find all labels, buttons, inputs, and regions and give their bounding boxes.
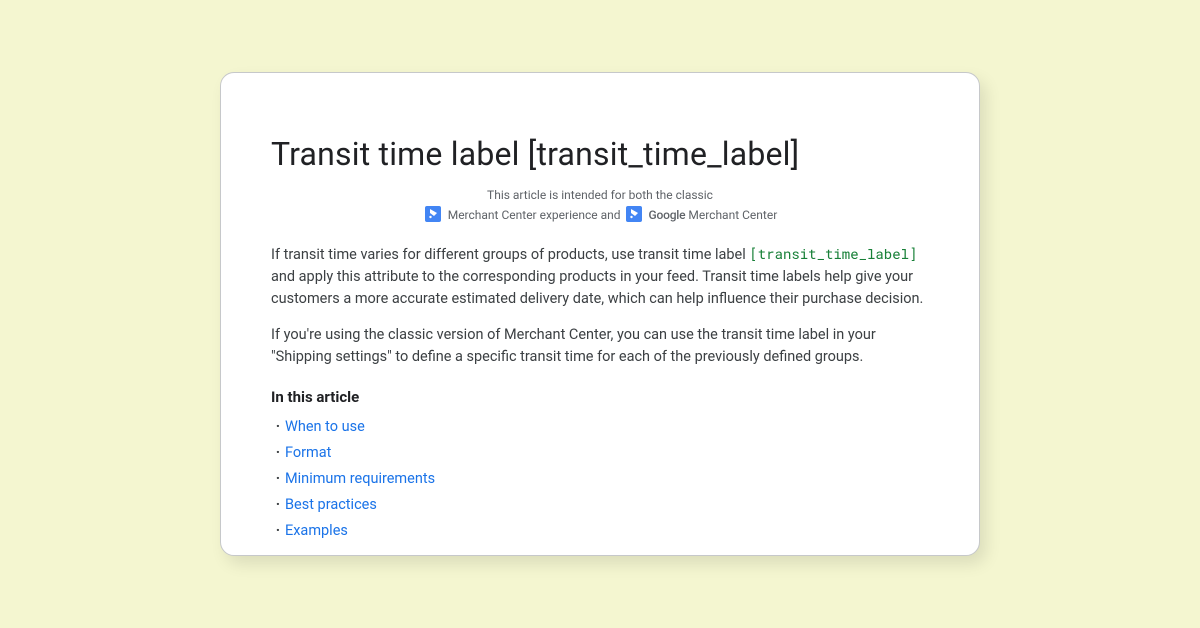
toc-link-examples[interactable]: Examples xyxy=(285,522,348,539)
google-wordmark: Google xyxy=(649,208,686,222)
toc-heading: In this article xyxy=(271,388,929,406)
toc-link-format[interactable]: Format xyxy=(285,444,331,461)
intro-text-b: and apply this attribute to the correspo… xyxy=(271,268,923,307)
toc-link-minimum-requirements[interactable]: Minimum requirements xyxy=(285,470,435,487)
toc-list: When to use Format Minimum requirements … xyxy=(271,414,929,544)
toc-item: Examples xyxy=(271,518,929,544)
toc-link-best-practices[interactable]: Best practices xyxy=(285,496,377,513)
attribute-code: [transit_time_label] xyxy=(749,244,917,263)
toc-item: Minimum requirements xyxy=(271,466,929,492)
article-title: Transit time label [transit_time_label] xyxy=(271,135,929,173)
intro-paragraph-1: If transit time varies for different gro… xyxy=(271,243,929,310)
merchant-center-icon xyxy=(425,206,441,222)
toc-item: Best practices xyxy=(271,492,929,518)
intro-paragraph-2: If you're using the classic version of M… xyxy=(271,324,929,368)
intro-text-a: If transit time varies for different gro… xyxy=(271,246,749,263)
toc-link-when-to-use[interactable]: When to use xyxy=(285,418,365,435)
intended-line-1: This article is intended for both the cl… xyxy=(487,188,713,202)
intended-classic-text: Merchant Center experience and xyxy=(448,208,621,222)
toc-item: Format xyxy=(271,440,929,466)
toc-item: When to use xyxy=(271,414,929,440)
intended-next-text: Merchant Center xyxy=(685,208,777,222)
article-card: Transit time label [transit_time_label] … xyxy=(220,72,980,556)
merchant-center-icon xyxy=(626,206,642,222)
intended-audience-note: This article is intended for both the cl… xyxy=(271,185,929,225)
